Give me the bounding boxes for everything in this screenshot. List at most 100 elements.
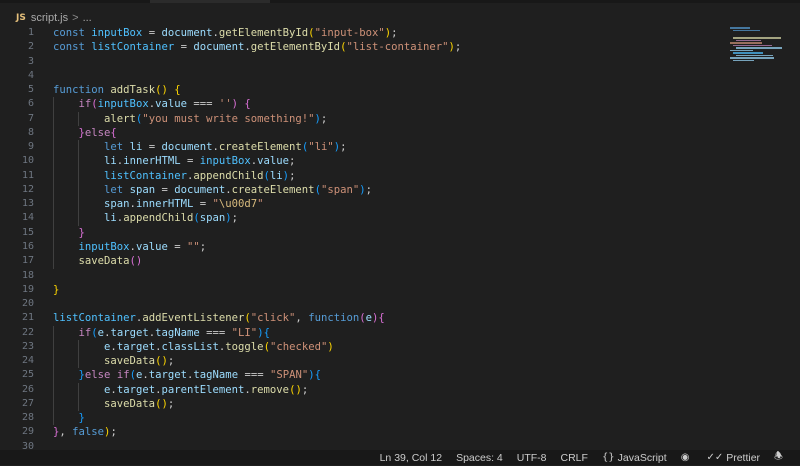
code-token: "LI" <box>231 326 258 339</box>
vertical-scrollbar[interactable] <box>790 26 800 450</box>
code-line[interactable]: 26 e.target.parentElement.remove(); <box>0 382 730 397</box>
code-token: = <box>142 27 162 39</box>
indent-guide <box>78 140 80 155</box>
code-line[interactable]: 25 }else if(e.target.tagName === "SPAN")… <box>0 368 730 383</box>
code-token: addEventListener <box>142 312 245 325</box>
line-number: 6 <box>27 98 34 110</box>
double-check-icon: ✓✓ <box>706 452 724 463</box>
code-line[interactable]: 29}, false); <box>0 425 730 439</box>
code-text: let span = document.createElement("span"… <box>53 183 372 197</box>
code-token: const <box>53 41 85 54</box>
code-line[interactable]: 18 <box>0 269 730 283</box>
code-text: li.appendChild(span); <box>53 211 238 225</box>
code-line[interactable]: 16 inputBox.value = ""; <box>0 239 730 255</box>
code-line[interactable]: 1 const inputBox = document.getElementByI… <box>0 26 730 40</box>
code-token: ; <box>454 41 462 54</box>
code-token: if <box>78 98 92 111</box>
status-bar: Ln 39, Col 12 Spaces: 4 UTF-8 CRLF {} Ja… <box>0 450 800 465</box>
code-line[interactable]: 12 let span = document.createElement("sp… <box>0 182 730 198</box>
code-line[interactable]: 23 e.target.classList.toggle("checked") <box>0 339 730 355</box>
code-line[interactable]: 9 let li = document.createElement("li"); <box>0 140 730 155</box>
code-line[interactable]: 2 const listContainer = document.getEleme… <box>0 40 730 54</box>
line-ending-setting[interactable]: CRLF <box>561 452 588 464</box>
code-line[interactable]: 4 <box>0 69 730 83</box>
code-text: } <box>53 226 85 240</box>
code-token: inputBox <box>199 155 251 168</box>
code-token: ) <box>327 340 334 353</box>
code-token: saveData <box>104 397 156 410</box>
code-token: ; <box>340 141 347 154</box>
code-token: appendChild <box>193 169 264 182</box>
code-line[interactable]: 11 listContainer.appendChild(li); <box>0 168 730 183</box>
code-line[interactable]: 3 <box>0 55 730 69</box>
code-token: } <box>78 412 85 425</box>
code-text: const inputBox = document.getElementById… <box>53 26 398 40</box>
braces-icon: {} <box>601 452 615 463</box>
indent-guide <box>53 111 54 126</box>
code-token: { <box>174 84 181 97</box>
code-line[interactable]: 7 alert("you must write something!"); <box>0 111 730 126</box>
code-line[interactable]: 10 li.innerHTML = inputBox.value; <box>0 154 730 169</box>
code-text: saveData(); <box>53 354 174 368</box>
code-token: const <box>53 27 85 39</box>
minimap[interactable] <box>730 26 788 66</box>
code-line[interactable]: 27 saveData(); <box>0 396 730 412</box>
code-line[interactable]: 19} <box>0 283 730 297</box>
code-line[interactable]: 8 }else{ <box>0 125 730 141</box>
code-token: getElementById <box>218 27 309 39</box>
code-token: span <box>129 183 156 196</box>
code-token: () <box>155 84 168 97</box>
notifications-button[interactable]: 🕭 <box>774 449 786 466</box>
code-token: ; <box>289 155 296 168</box>
code-line[interactable]: 22 if(e.target.tagName === "LI"){ <box>0 325 730 340</box>
code-token: tagName <box>155 326 200 339</box>
code-line[interactable]: 30 <box>0 440 730 450</box>
active-tab[interactable] <box>150 0 270 3</box>
code-token: span <box>199 212 226 225</box>
minimap-line <box>733 59 754 61</box>
code-line[interactable]: 21 listContainer.addEventListener("click"… <box>0 311 730 325</box>
breadcrumb-trail[interactable]: ... <box>83 12 92 24</box>
indent-guide <box>53 125 54 141</box>
code-token: { <box>314 369 322 382</box>
line-number: 15 <box>21 226 34 238</box>
prettier-status[interactable]: ✓✓ Prettier <box>706 452 760 464</box>
breadcrumb-file[interactable]: script.js <box>31 12 68 24</box>
code-text: alert("you must write something!"); <box>53 112 327 126</box>
code-token: "li" <box>308 141 334 154</box>
cursor-position[interactable]: Ln 39, Col 12 <box>380 452 442 464</box>
copilot-status[interactable]: ◉ <box>681 452 693 463</box>
code-token: else <box>84 369 111 382</box>
code-line[interactable]: 20 <box>0 297 730 311</box>
code-line[interactable]: 28 } <box>0 411 730 426</box>
code-token: "input-box" <box>314 27 385 39</box>
code-line[interactable]: 24 saveData(); <box>0 354 730 369</box>
line-number: 21 <box>21 312 34 324</box>
code-line[interactable]: 14 li.appendChild(span); <box>0 211 730 226</box>
code-line[interactable]: 15 } <box>0 225 730 240</box>
code-line[interactable]: 13 span.innerHTML = "\u00d7" <box>0 197 730 212</box>
code-line[interactable]: 6 if(inputBox.value === '') { <box>0 97 730 112</box>
encoding-setting[interactable]: UTF-8 <box>517 452 547 464</box>
code-token: inputBox <box>78 240 130 253</box>
code-token: "checked" <box>269 340 328 353</box>
copilot-icon: ◉ <box>680 452 690 463</box>
code-editor[interactable]: 1 const inputBox = document.getElementByI… <box>0 26 730 450</box>
code-text: } <box>53 411 85 425</box>
code-token: ; <box>167 397 175 410</box>
code-text: } <box>53 283 59 297</box>
code-token: = <box>180 155 200 168</box>
minimap-line <box>730 57 774 59</box>
line-number: 19 <box>21 283 34 295</box>
indentation-setting[interactable]: Spaces: 4 <box>456 452 503 464</box>
code-token: classList <box>161 340 219 353</box>
code-token: inputBox <box>97 98 149 111</box>
chevron-right-icon: > <box>72 12 79 24</box>
language-mode[interactable]: {} JavaScript <box>602 452 667 464</box>
code-token: toggle <box>225 340 264 353</box>
code-line[interactable]: 17 saveData() <box>0 254 730 269</box>
code-line[interactable]: 5 function addTask() { <box>0 83 730 97</box>
